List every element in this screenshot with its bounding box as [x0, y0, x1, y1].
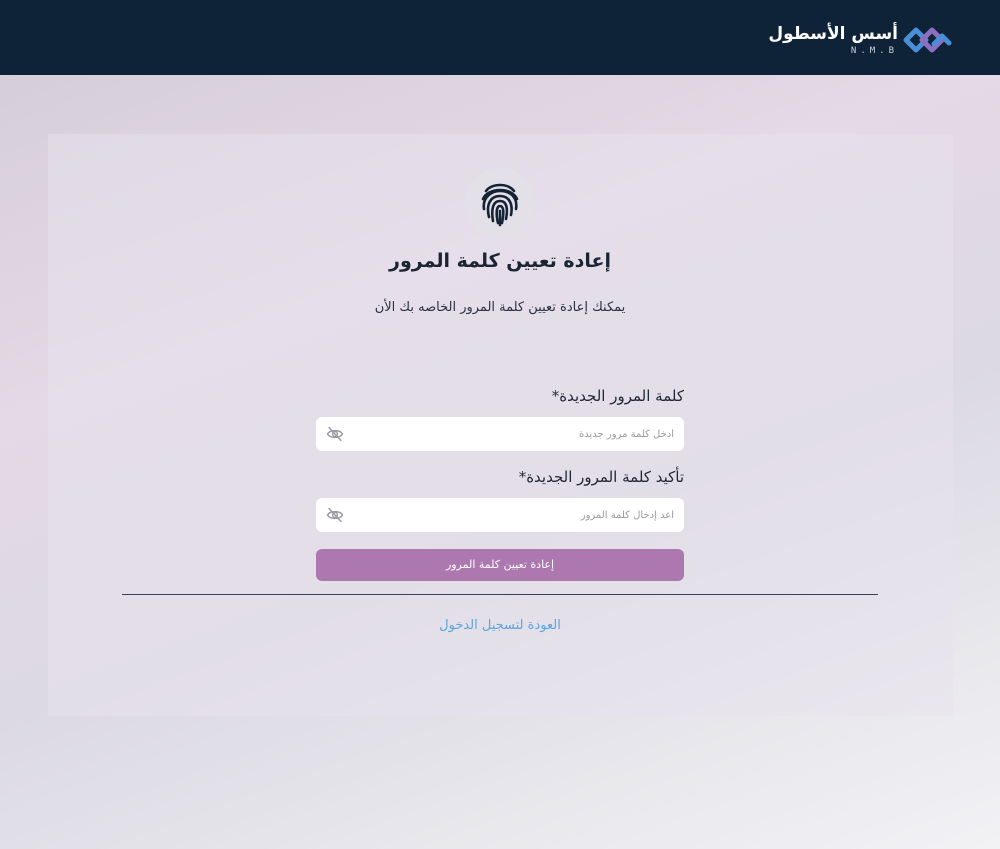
new-password-label: كلمة المرور الجديدة*: [551, 387, 684, 405]
new-password-input[interactable]: [352, 417, 674, 451]
page-title: إعادة تعيين كلمة المرور: [389, 250, 611, 272]
confirm-password-input[interactable]: [352, 498, 674, 532]
brand-subtitle: N.M.B: [850, 46, 898, 56]
back-to-login-link[interactable]: العودة لتسجيل الدخول: [300, 618, 700, 633]
fingerprint-icon: [481, 183, 519, 227]
eye-off-icon[interactable]: [326, 507, 344, 523]
divider: [122, 594, 878, 595]
confirm-password-field-box: [316, 498, 684, 532]
brand-logo-mark-icon: [903, 27, 952, 53]
brand-text: أسس الأسطول N.M.B: [768, 23, 898, 57]
eye-off-icon[interactable]: [326, 426, 344, 442]
brand-name: أسس الأسطول: [768, 24, 898, 44]
reset-password-button[interactable]: إعادة تعيين كلمة المرور: [316, 549, 684, 581]
top-header: أسس الأسطول N.M.B: [0, 0, 1000, 75]
brand-logo[interactable]: أسس الأسطول N.M.B: [768, 20, 952, 60]
confirm-password-label: تأكيد كلمة المرور الجديدة*: [518, 468, 684, 486]
page-subtitle: يمكنك إعادة تعيين كلمة المرور الخاصه بك …: [374, 300, 626, 315]
fingerprint-badge: [465, 168, 535, 238]
new-password-field-box: [316, 417, 684, 451]
